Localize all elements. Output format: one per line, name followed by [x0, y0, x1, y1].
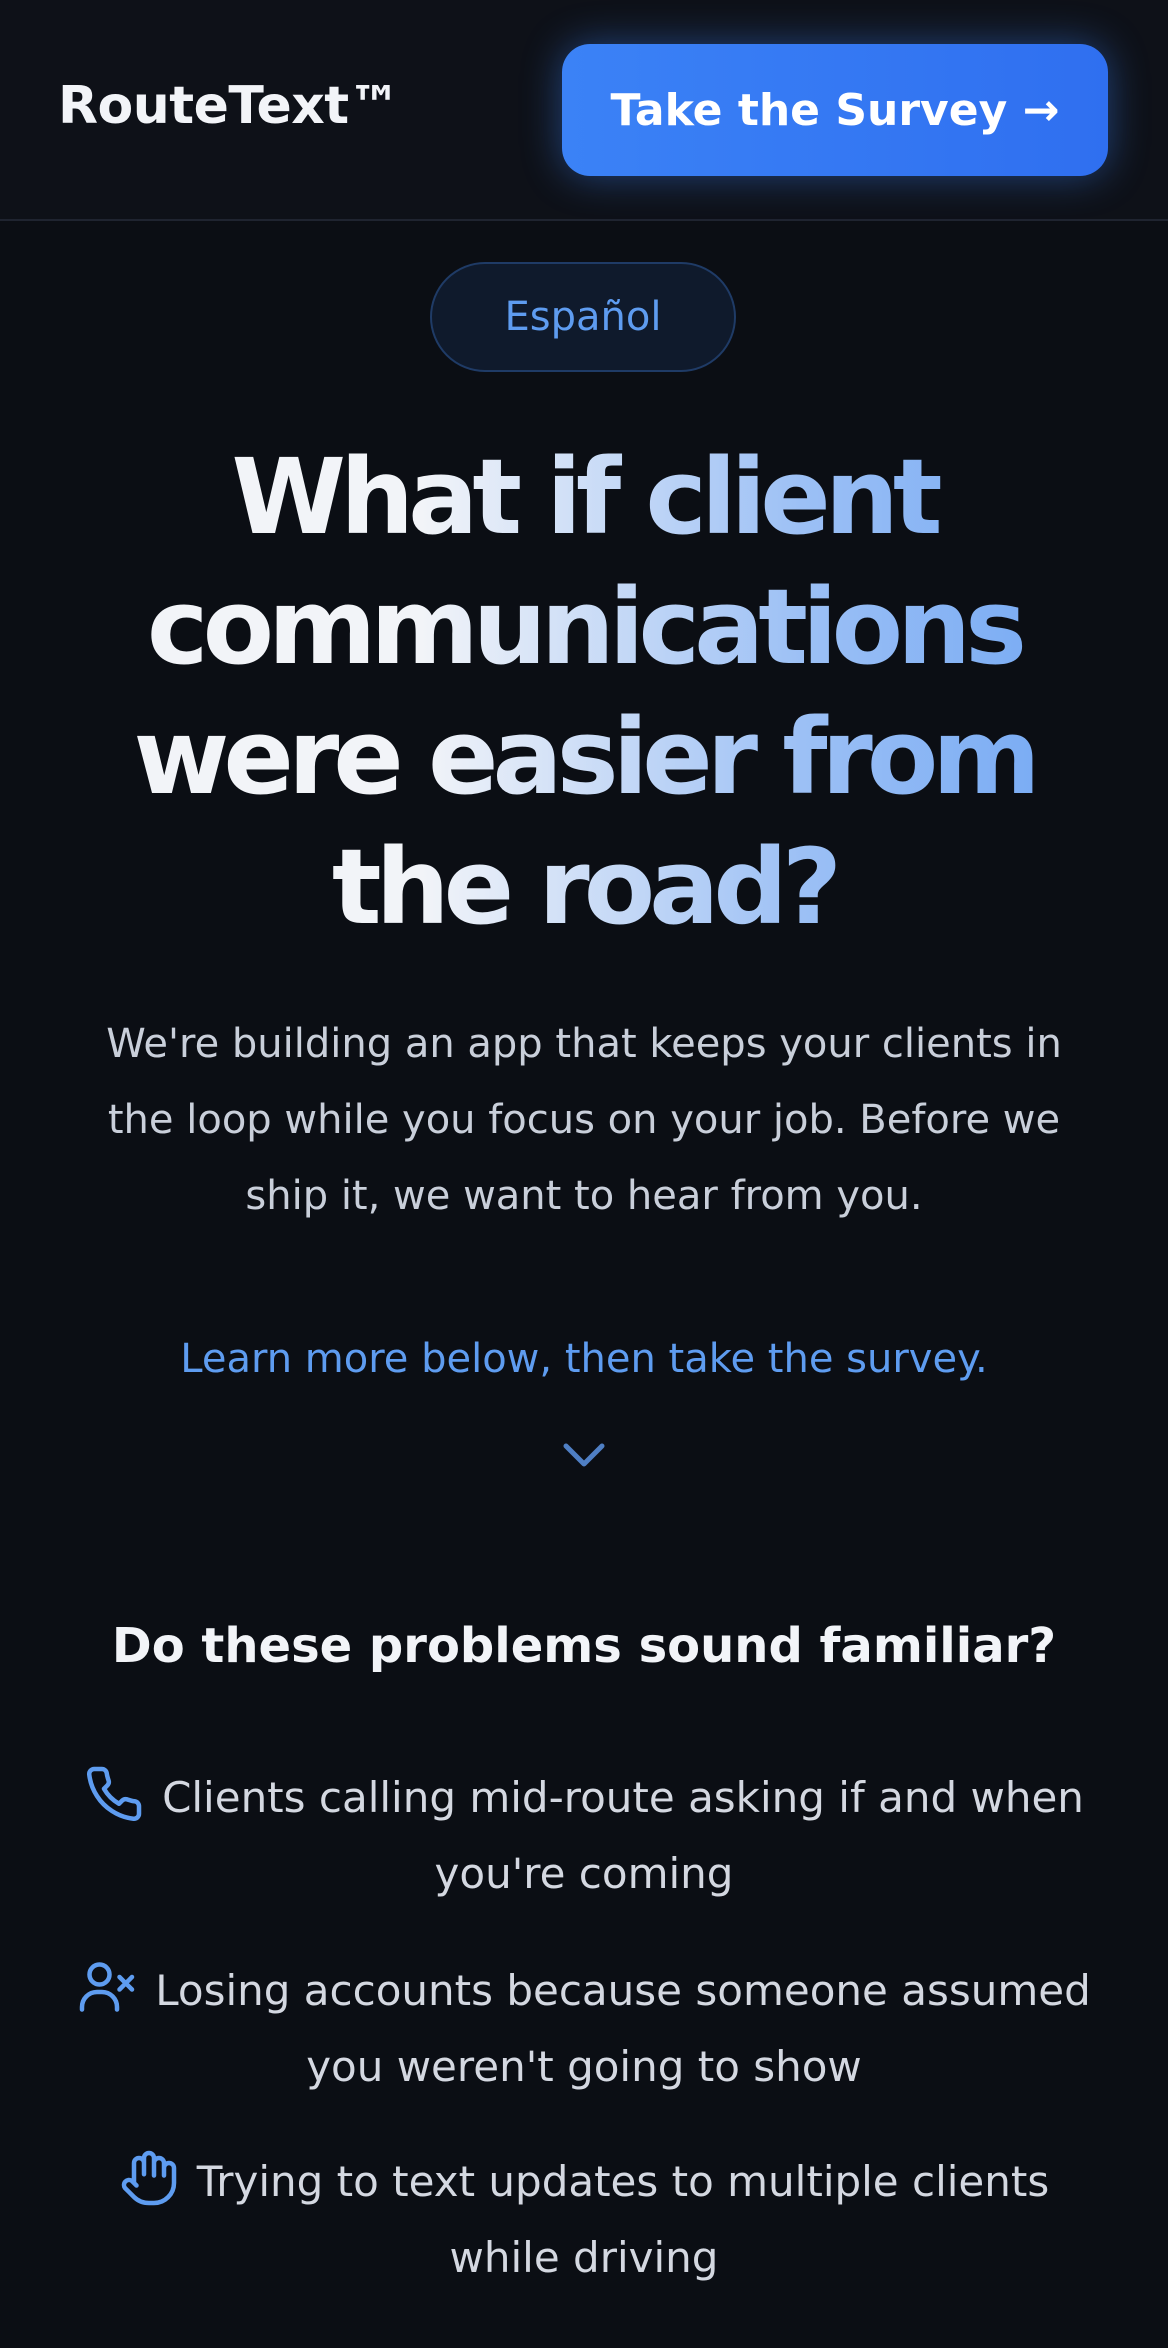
- language-toggle-label: Español: [504, 294, 662, 340]
- site-header: RouteText™ Take the Survey →: [0, 0, 1168, 221]
- problem-item: Trying to text updates to multiple clien…: [60, 2144, 1108, 2296]
- problem-text: Trying to text updates to multiple clien…: [196, 2157, 1050, 2282]
- problem-item: Losing accounts because someone assumed …: [60, 1953, 1108, 2105]
- hero-headline: What if client communications were easie…: [40, 432, 1128, 952]
- take-survey-label: Take the Survey →: [610, 84, 1060, 136]
- take-survey-button[interactable]: Take the Survey →: [562, 44, 1108, 176]
- phone-icon: [87, 1766, 142, 1821]
- problems-title: Do these problems sound familiar?: [111, 1618, 1057, 1674]
- hero-lede: We're building an app that keeps your cl…: [106, 1021, 1062, 1219]
- problem-item: Clients calling mid-route asking if and …: [60, 1760, 1108, 1912]
- problem-text: Losing accounts because someone assumed …: [155, 1966, 1091, 2091]
- user-x-icon: [80, 1962, 135, 2012]
- problem-text: Clients calling mid-route asking if and …: [162, 1773, 1084, 1898]
- hand-icon: [121, 2150, 176, 2206]
- learn-more-link[interactable]: Learn more below, then take the survey.: [40, 1336, 1128, 1382]
- brand-logo[interactable]: RouteText™: [58, 76, 401, 136]
- language-toggle-button[interactable]: Español: [430, 262, 736, 372]
- chevron-down-icon[interactable]: [560, 1440, 608, 1470]
